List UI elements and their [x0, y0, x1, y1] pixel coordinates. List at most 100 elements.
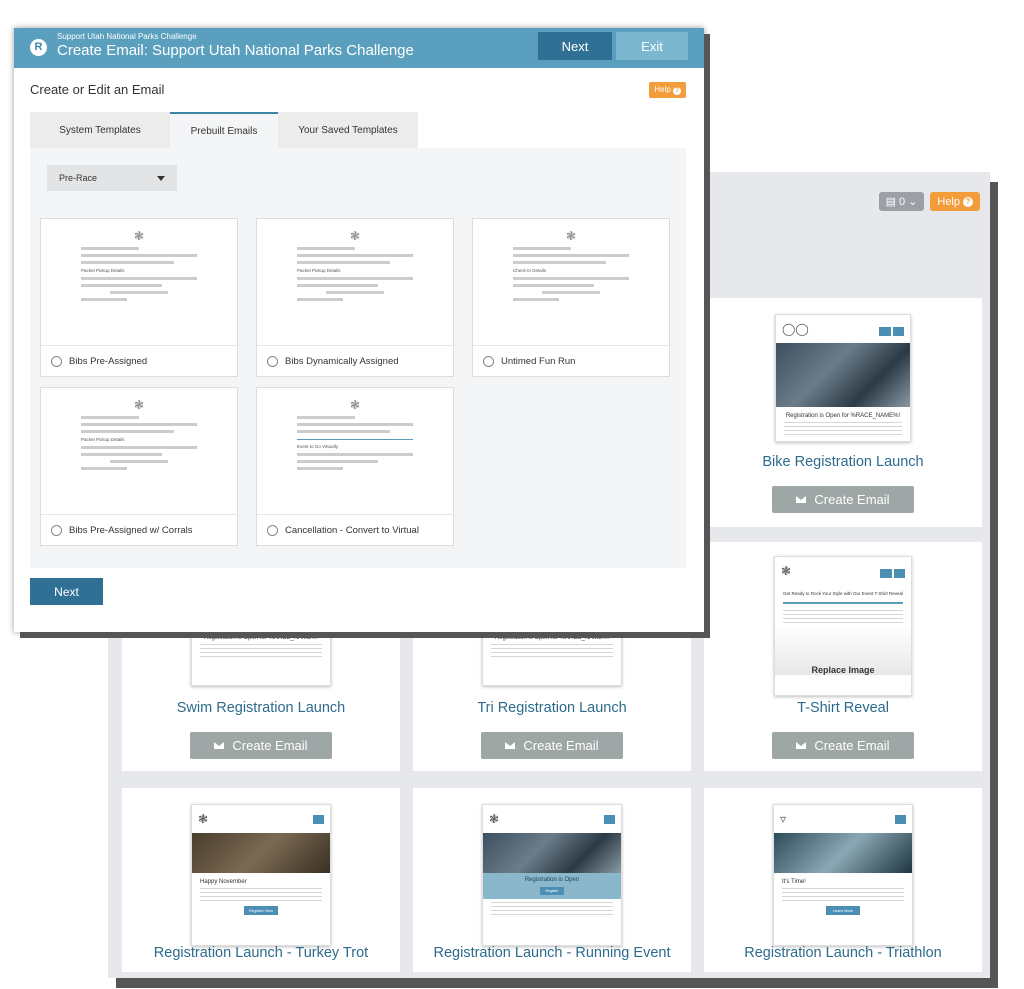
- template-preview[interactable]: ▿ It's Time! Learn More: [773, 804, 913, 946]
- preview-text: [783, 610, 903, 624]
- template-card-running-event: ❃ Registration is Open Register Registra…: [413, 788, 691, 972]
- template-preview[interactable]: ◯◯ Registration is Open for %RACE_NAME%!: [775, 314, 911, 442]
- template-card-triathlon: ▿ It's Time! Learn More Registration Lau…: [704, 788, 982, 972]
- template-title: Tri Registration Launch: [477, 700, 627, 716]
- preview-menu-button: [892, 327, 904, 336]
- envelope-icon: [796, 742, 807, 749]
- preview-cta: Learn More: [826, 906, 860, 915]
- create-email-label: Create Email: [814, 492, 890, 507]
- header-exit-button[interactable]: Exit: [616, 32, 688, 60]
- modal-header: R Support Utah National Parks Challenge …: [14, 28, 704, 68]
- preview-caption: Registration is Open for %RACE_NAME%!: [494, 635, 610, 641]
- template-card[interactable]: ❃ Packet Pickup Details Bibs Dynamically…: [256, 218, 454, 377]
- radio-button[interactable]: [51, 355, 62, 367]
- footer-next-button[interactable]: Next: [30, 578, 103, 605]
- preview-signup-button: [312, 814, 324, 824]
- create-email-button[interactable]: Create Email: [190, 732, 332, 759]
- template-option[interactable]: Untimed Fun Run: [473, 345, 669, 376]
- template-card[interactable]: ❃ Check-In Details Untimed Fun Run: [472, 218, 670, 377]
- header-next-button[interactable]: Next: [538, 32, 612, 60]
- template-card[interactable]: ❃ Packet Pickup Details Bibs Pre-Assigne…: [40, 218, 238, 377]
- create-email-button[interactable]: Create Email: [772, 732, 914, 759]
- create-email-button[interactable]: Create Email: [772, 486, 914, 513]
- runner-logo-icon: ❃: [565, 229, 577, 243]
- preview-heading: Packet Pickup Details: [81, 268, 125, 273]
- template-preview: ❃ Check-In Details: [473, 219, 669, 347]
- preview-caption: Registration is Open for %RACE_NAME%!: [203, 635, 319, 641]
- preview-text: [200, 888, 322, 902]
- gallery-toolbar: ▤ 0 ⌄ Help ?: [878, 192, 980, 211]
- radio-button[interactable]: [483, 355, 494, 367]
- preview-photo: [776, 343, 910, 407]
- template-option[interactable]: Bibs Pre-Assigned: [41, 345, 237, 376]
- template-title: Registration Launch - Turkey Trot: [153, 945, 369, 961]
- radio-button[interactable]: [51, 524, 62, 536]
- envelope-icon: [796, 496, 807, 503]
- template-card-turkey-trot: ❃ Happy November Register Now Registrati…: [122, 788, 400, 972]
- template-label: Bibs Pre-Assigned: [69, 355, 148, 367]
- preview-banner: Registration is Open Register: [483, 873, 621, 899]
- preview-photo: [192, 833, 330, 873]
- preview-heading: Packet Pickup Details: [297, 268, 341, 273]
- runner-logo-icon: ❃: [133, 229, 145, 243]
- tshirt-image: Replace Image: [775, 627, 911, 675]
- template-title: Registration Launch - Triathlon: [744, 945, 942, 961]
- preview-caption: Registration is Open for %RACE_NAME%!: [785, 413, 901, 419]
- template-option[interactable]: Bibs Dynamically Assigned: [257, 345, 453, 376]
- template-preview: ❃ Event to Go Virtually: [257, 388, 453, 516]
- modal-help-button[interactable]: Help ?: [649, 82, 686, 98]
- question-icon: ?: [963, 196, 973, 207]
- template-card[interactable]: ❃ Event to Go Virtually Cancellation - C…: [256, 387, 454, 546]
- category-select[interactable]: Pre-Race: [47, 165, 177, 191]
- preview-menu-button: [893, 569, 905, 578]
- template-label: Bibs Pre-Assigned w/ Corrals: [69, 524, 193, 536]
- tab-saved-templates[interactable]: Your Saved Templates: [278, 112, 418, 148]
- radio-button[interactable]: [267, 355, 278, 367]
- caret-down-icon: [157, 175, 165, 181]
- preview-heading: Check-In Details: [513, 268, 547, 273]
- chevron-down-icon: ⌄: [908, 196, 918, 208]
- email-count-dropdown[interactable]: ▤ 0 ⌄: [878, 192, 925, 211]
- runner-logo-icon: ❃: [349, 398, 361, 412]
- preview-menu-button: [880, 569, 892, 578]
- template-option[interactable]: Cancellation - Convert to Virtual: [257, 514, 453, 545]
- email-count: 0: [899, 195, 906, 208]
- create-email-modal: R Support Utah National Parks Challenge …: [14, 28, 704, 632]
- help-label: Help: [937, 195, 960, 208]
- create-email-label: Create Email: [814, 738, 890, 753]
- template-preview: ❃ Packet Pickup Details: [41, 219, 237, 347]
- create-email-button[interactable]: Create Email: [481, 732, 623, 759]
- runner-logo-icon: ❃: [133, 398, 145, 412]
- runner-logo-icon: ❃: [349, 229, 361, 243]
- gallery-help-button[interactable]: Help ?: [930, 192, 980, 211]
- template-option[interactable]: Bibs Pre-Assigned w/ Corrals: [41, 514, 237, 545]
- tab-system-templates[interactable]: System Templates: [30, 112, 170, 148]
- section-title: Create or Edit an Email: [30, 82, 165, 97]
- app-logo: R: [30, 39, 47, 56]
- preview-menu-button: [879, 327, 891, 336]
- help-label: Help: [654, 85, 671, 94]
- preview-divider: [783, 602, 903, 604]
- template-title: Swim Registration Launch: [176, 700, 346, 716]
- runner-logo-icon: ❃: [489, 812, 500, 826]
- replace-image-overlay: Replace Image: [811, 665, 875, 675]
- preview-caption: It's Time!: [782, 879, 806, 885]
- modal-title: Create Email: Support Utah National Park…: [57, 42, 414, 59]
- radio-button[interactable]: [267, 524, 278, 536]
- template-preview: ❃ Packet Pickup Details: [41, 388, 237, 516]
- template-preview[interactable]: ❃ Registration is Open Register: [482, 804, 622, 946]
- preview-cta: Register: [540, 887, 564, 895]
- create-email-label: Create Email: [232, 738, 308, 753]
- preview-text: [491, 902, 613, 916]
- shoe-icon: ▿: [780, 812, 787, 826]
- preview-text: [200, 644, 322, 658]
- template-preview[interactable]: ❃ Happy November Register Now: [191, 804, 331, 946]
- category-value: Pre-Race: [59, 173, 98, 183]
- document-icon: ▤: [885, 196, 897, 208]
- template-title: T-Shirt Reveal: [797, 700, 889, 716]
- template-card[interactable]: ❃ Packet Pickup Details Bibs Pre-Assigne…: [40, 387, 238, 546]
- tab-prebuilt-emails[interactable]: Prebuilt Emails: [170, 112, 278, 148]
- create-email-label: Create Email: [523, 738, 599, 753]
- template-label: Untimed Fun Run: [501, 355, 576, 367]
- template-preview[interactable]: ❃ Get Ready to Rock Your Style with Our …: [774, 556, 912, 696]
